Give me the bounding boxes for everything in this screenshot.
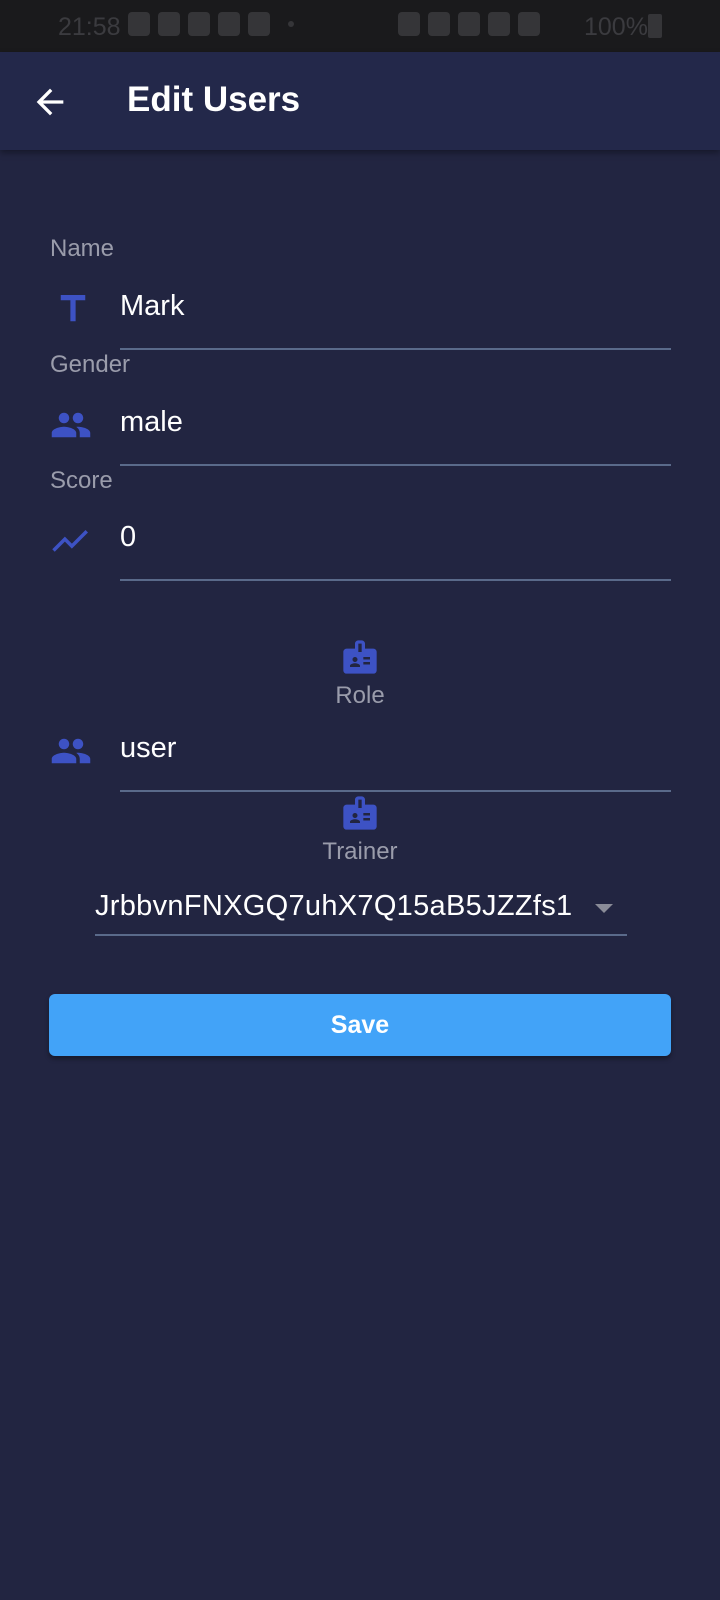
person-icon xyxy=(248,12,270,36)
wifi-icon xyxy=(488,12,510,36)
account-icon xyxy=(188,12,210,36)
people-icon xyxy=(51,412,91,438)
role-label: Role xyxy=(335,682,385,709)
trainer-label: Trainer xyxy=(322,838,398,865)
score-label: Score xyxy=(50,467,113,494)
mute-icon xyxy=(458,12,480,36)
status-notification-icons xyxy=(128,12,294,36)
teams-icon xyxy=(158,12,180,36)
people-icon xyxy=(51,738,91,764)
role-underline xyxy=(120,790,671,792)
signal-icon xyxy=(518,12,540,36)
dropdown-arrow-icon xyxy=(595,904,613,913)
text-icon xyxy=(60,295,86,322)
status-bar: 21:58 100% xyxy=(0,0,720,52)
role-header: Role xyxy=(0,637,720,710)
back-button[interactable] xyxy=(30,82,70,122)
trainer-header: Trainer xyxy=(0,793,720,866)
battery-saver-icon xyxy=(428,12,450,36)
gender-field[interactable]: male xyxy=(120,406,183,439)
score-underline xyxy=(120,579,671,581)
name-label: Name xyxy=(50,235,115,262)
whatsapp-icon xyxy=(128,12,150,36)
trainer-underline xyxy=(95,934,627,936)
app-bar: Edit Users xyxy=(0,52,720,150)
trainer-dropdown[interactable]: JrbbvnFNXGQ7uhX7Q15aB5JZZfs1 xyxy=(95,880,627,936)
gender-label: Gender xyxy=(50,351,131,378)
page-title: Edit Users xyxy=(127,80,301,119)
key-icon xyxy=(398,12,420,36)
name-field[interactable]: Mark xyxy=(120,290,184,323)
status-time: 21:58 xyxy=(58,13,121,41)
score-field[interactable]: 0 xyxy=(120,521,136,554)
battery-icon xyxy=(648,14,662,38)
name-underline xyxy=(120,348,671,350)
trending-up-icon xyxy=(52,530,88,552)
gender-underline xyxy=(120,464,671,466)
battery-percent: 100% xyxy=(584,13,648,41)
save-button[interactable]: Save xyxy=(49,994,671,1056)
screen: 21:58 100% Edit Users Name Mark Gender m… xyxy=(0,0,720,1600)
more-notifications-icon xyxy=(288,21,294,27)
trainer-selected-value: JrbbvnFNXGQ7uhX7Q15aB5JZZfs1 xyxy=(95,890,573,922)
badge-icon xyxy=(343,796,377,830)
role-field[interactable]: user xyxy=(120,732,176,765)
arrow-back-icon xyxy=(36,88,64,116)
status-system-icons xyxy=(398,12,540,36)
app-icon xyxy=(218,12,240,36)
badge-icon xyxy=(343,640,377,674)
